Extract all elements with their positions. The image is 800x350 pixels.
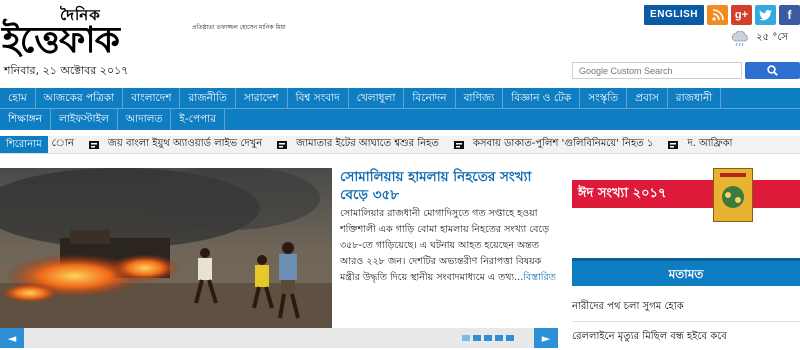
english-version-button[interactable]: ENGLISH — [644, 5, 704, 25]
nav-item[interactable]: ই-পেপার — [171, 109, 225, 130]
slider-dot[interactable] — [473, 335, 481, 341]
nav-item[interactable]: হোম — [0, 87, 36, 109]
slider-dot[interactable] — [495, 335, 503, 341]
ticker-headline-text: জয় বাংলা ইয়ুথ অ্যাওয়ার্ড লাইভ দেখুন — [107, 138, 263, 149]
nav-item[interactable]: বিজ্ঞান ও টেক — [503, 87, 581, 109]
nav-row-secondary: শিক্ষাঙ্গন লাইফস্টাইল আদালত ই-পেপার — [0, 109, 800, 130]
search-icon — [767, 65, 778, 76]
lead-story-photo[interactable] — [0, 168, 332, 328]
nav-item[interactable]: সারাদেশ — [236, 87, 288, 109]
opinion-item[interactable]: রেললাইনে মৃত্যুর মিছিল বন্ধ হইবে কবে — [572, 322, 800, 350]
nav-item[interactable]: আজকের পত্রিকা — [36, 87, 124, 109]
eid-banner-text: ঈদ সংখ্যা ২০১৭ — [578, 186, 667, 201]
ittefaq-bullet-icon — [277, 140, 288, 149]
opinion-section-title[interactable]: মতামত — [572, 258, 800, 286]
nav-item[interactable]: সংস্কৃতি — [580, 87, 628, 109]
ticker-headline-text: জামাতার ইটের আঘাতে শ্বশুর নিহত — [296, 138, 439, 149]
opinion-list: নারীদের পথ চলা সুগম হোক রেললাইনে মৃত্যুর … — [572, 292, 800, 350]
read-more-link[interactable]: বিস্তারিত — [523, 272, 556, 283]
temperature-value: ২৫ °সে — [756, 32, 788, 43]
opinion-item[interactable]: নারীদের পথ চলা সুগম হোক — [572, 292, 800, 322]
facebook-icon[interactable]: f — [779, 5, 800, 25]
nav-row-primary: হোম আজকের পত্রিকা বাংলাদেশ রাজনীতি সারাদেশ বি… — [0, 87, 800, 109]
main-navigation: হোম আজকের পত্রিকা বাংলাদেশ রাজনীতি সারাদেশ বি… — [0, 87, 800, 130]
twitter-icon[interactable] — [755, 5, 776, 25]
logo-main-text: ইত্তেফাক — [2, 19, 120, 61]
search-box — [572, 62, 800, 79]
slider-dot[interactable] — [462, 335, 470, 341]
eid-magazine-cover — [713, 168, 753, 222]
ticker-headline-text: দ. আফ্রিকা — [687, 138, 733, 149]
nav-item[interactable]: বিশ্ব সংবাদ — [288, 87, 349, 109]
nav-item[interactable]: রাজনীতি — [180, 87, 236, 109]
search-input[interactable] — [572, 62, 742, 79]
top-links: ENGLISH g+ f — [644, 4, 800, 26]
nav-item[interactable]: লাইফস্টাইল — [51, 109, 118, 130]
slider-dot[interactable] — [484, 335, 492, 341]
nav-item[interactable]: বাংলাদেশ — [123, 87, 181, 109]
logo-tagline: প্রতিষ্ঠাতা তফাজ্জল হোসেন মানিক মিয়া — [192, 24, 286, 31]
eid-special-promo[interactable]: ঈদ সংখ্যা ২০১৭ — [572, 168, 800, 222]
ittefaq-bullet-icon — [88, 140, 99, 149]
rss-icon[interactable] — [707, 5, 728, 25]
search-button[interactable] — [744, 62, 800, 79]
nav-item[interactable]: খেলাধুলা — [349, 87, 405, 109]
lead-story-body: সোমালিয়ার রাজধানী মোগাদিসুতে গত সপ্তাহে… — [340, 208, 550, 283]
slider-controls: ◄ ► — [0, 328, 558, 348]
nav-item[interactable]: আদালত — [118, 109, 172, 130]
slider-pagination — [462, 335, 514, 341]
site-header: দৈনিক ইত্তেফাক প্রতিষ্ঠাতা তফাজ্জল হোসেন… — [0, 0, 800, 88]
nav-item[interactable]: রাজধানী — [668, 87, 722, 109]
eid-banner: ঈদ সংখ্যা ২০১৭ — [572, 180, 800, 208]
news-ticker: শিরোনাম োন জয় বাংলা ইয়ুথ অ্যাওয়ার্ড ল… — [0, 136, 800, 154]
nav-item[interactable]: বিনোদন — [404, 87, 456, 109]
cloud-rain-icon — [731, 30, 748, 46]
slider-prev-button[interactable]: ◄ — [0, 328, 24, 348]
ticker-headline-text: কসবায় ডাকাত-পুলিশ 'গুলিবিনিময়ে' নিহত ১ — [472, 138, 654, 149]
ticker-headline[interactable]: জামাতার ইটের আঘাতে শ্বশুর নিহত — [276, 136, 439, 153]
ticker-label: শিরোনাম — [0, 136, 48, 153]
ticker-track: োন জয় বাংলা ইয়ুথ অ্যাওয়ার্ড লাইভ দেখু… — [52, 136, 747, 153]
ittefaq-bullet-icon — [668, 140, 679, 149]
slider-dot[interactable] — [506, 335, 514, 341]
weather-widget: ২৫ °সে — [730, 30, 788, 47]
ticker-lead-fragment[interactable]: োন — [52, 136, 74, 153]
slider-next-button[interactable]: ► — [534, 328, 558, 348]
site-logo[interactable]: দৈনিক ইত্তেফাক প্রতিষ্ঠাতা তফাজ্জল হোসেন… — [2, 4, 292, 64]
ticker-headline[interactable]: দ. আফ্রিকা — [667, 136, 732, 153]
current-date: শনিবার, ২১ অক্টোবর ২০১৭ — [4, 64, 129, 77]
nav-item[interactable]: শিক্ষাঙ্গন — [0, 109, 51, 130]
ticker-headline[interactable]: কসবায় ডাকাত-পুলিশ 'গুলিবিনিময়ে' নিহত ১ — [453, 136, 653, 153]
lead-story-headline[interactable]: সোমালিয়ায় হামলায় নিহতের সংখ্যা বেড়ে … — [340, 168, 558, 204]
lead-story-summary: সোমালিয়ার রাজধানী মোগাদিসুতে গত সপ্তাহে… — [340, 206, 558, 286]
google-plus-icon[interactable]: g+ — [731, 5, 752, 25]
nav-item[interactable]: প্রবাস — [627, 87, 668, 109]
ittefaq-bullet-icon — [453, 140, 464, 149]
lead-story: সোমালিয়ায় হামলায় নিহতের সংখ্যা বেড়ে … — [0, 168, 558, 350]
nav-item[interactable]: বাণিজ্য — [456, 87, 504, 109]
ticker-headline[interactable]: জয় বাংলা ইয়ুথ অ্যাওয়ার্ড লাইভ দেখুন — [88, 136, 262, 153]
